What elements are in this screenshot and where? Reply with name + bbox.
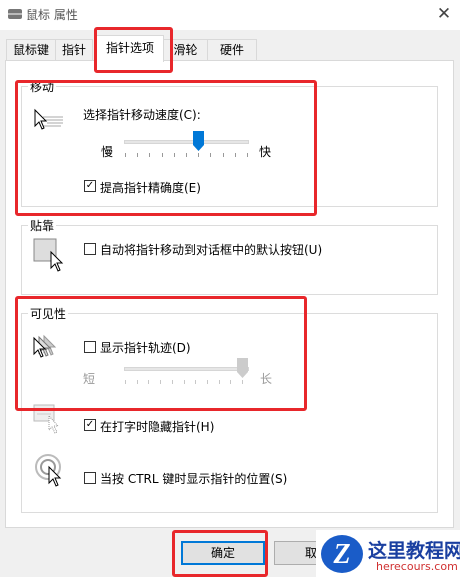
highlight-tab	[94, 27, 173, 73]
watermark-title: 这里教程网	[368, 540, 460, 562]
tab-buttons[interactable]: 鼠标键	[6, 39, 56, 61]
checkmark-icon: ✓	[85, 419, 95, 430]
highlight-motion	[15, 80, 317, 216]
snap-to-button-icon	[33, 238, 64, 272]
highlight-ok	[172, 530, 268, 577]
locate-pointer-icon	[35, 454, 62, 487]
snap-label: 自动将指针移动到对话框中的默认按钮(U)	[100, 243, 323, 257]
close-button[interactable]: ✕	[432, 2, 456, 26]
ctrl-locate-label: 当按 CTRL 键时显示指针的位置(S)	[100, 472, 288, 486]
highlight-visibility	[15, 296, 307, 411]
hide-typing-label: 在打字时隐藏指针(H)	[100, 420, 215, 434]
mouse-icon	[8, 9, 22, 19]
snap-group-title: 贴靠	[28, 217, 57, 234]
tab-hardware[interactable]: 硬件	[207, 39, 257, 61]
ctrl-locate-checkbox[interactable]	[84, 472, 96, 484]
svg-text:Z: Z	[332, 539, 350, 570]
hide-typing-checkbox[interactable]: ✓	[84, 419, 96, 431]
window-title: 鼠标 属性	[26, 8, 78, 22]
snap-group	[21, 225, 438, 295]
tab-pointers[interactable]: 指针	[55, 39, 93, 61]
snap-checkbox[interactable]	[84, 243, 96, 255]
watermark-url: herecours.com	[376, 560, 458, 573]
watermark-logo-icon: Z	[321, 535, 363, 573]
